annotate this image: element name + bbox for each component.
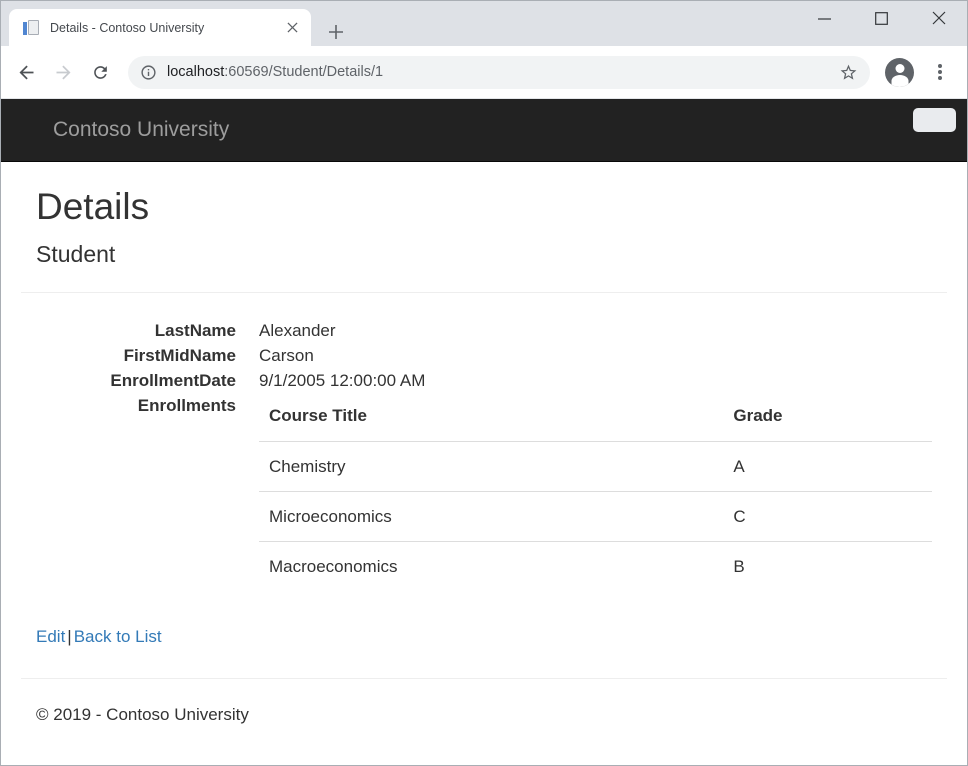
page-content: Details Student LastName Alexander First… (1, 162, 967, 725)
copyright-text: © 2019 - Contoso University (36, 705, 932, 725)
site-navbar: Contoso University (1, 99, 967, 162)
site-favicon-icon (23, 19, 41, 37)
footer-divider (21, 678, 947, 679)
url-text: localhost:60569/Student/Details/1 (167, 64, 383, 80)
address-bar[interactable]: localhost:60569/Student/Details/1 (128, 56, 870, 89)
field-enrollments: Enrollments Course Title Grade (36, 393, 932, 591)
field-value: 9/1/2005 12:00:00 AM (259, 368, 932, 393)
browser-menu-icon[interactable] (926, 58, 954, 86)
column-header-grade: Grade (723, 393, 932, 442)
url-host: localhost (167, 64, 224, 80)
navbar-toggle-button[interactable] (913, 108, 956, 132)
column-header-course-title: Course Title (259, 393, 723, 442)
tab-bar: Details - Contoso University (1, 1, 967, 46)
field-label: EnrollmentDate (36, 368, 236, 393)
enrollments-table: Course Title Grade Chemistry A (259, 393, 932, 591)
student-details-list: LastName Alexander FirstMidName Carson E… (36, 318, 932, 591)
window-controls (796, 1, 967, 35)
table-row: Chemistry A (259, 441, 932, 491)
field-value: Alexander (259, 318, 932, 343)
field-value: Course Title Grade Chemistry A (259, 393, 932, 591)
browser-tab[interactable]: Details - Contoso University (9, 9, 311, 46)
link-separator: | (67, 627, 71, 646)
field-firstmidname: FirstMidName Carson (36, 343, 932, 368)
window-close-button[interactable] (910, 1, 967, 35)
table-row: Macroeconomics B (259, 541, 932, 591)
course-cell: Macroeconomics (259, 541, 723, 591)
course-cell: Chemistry (259, 441, 723, 491)
navbar-brand-link[interactable]: Contoso University (53, 118, 229, 142)
page-footer: © 2019 - Contoso University (36, 705, 932, 725)
new-tab-button[interactable] (323, 19, 349, 45)
window-minimize-button[interactable] (796, 1, 853, 35)
field-label: LastName (36, 318, 236, 343)
browser-toolbar: localhost:60569/Student/Details/1 (1, 46, 967, 99)
url-path: :60569/Student/Details/1 (224, 64, 383, 80)
edit-link[interactable]: Edit (36, 627, 65, 646)
back-to-list-link[interactable]: Back to List (74, 627, 162, 646)
page-subtitle: Student (36, 241, 932, 268)
divider (21, 292, 947, 293)
grade-cell: A (723, 441, 932, 491)
table-row: Microeconomics C (259, 491, 932, 541)
grade-cell: C (723, 491, 932, 541)
page-title: Details (36, 187, 932, 228)
action-links: Edit|Back to List (36, 627, 932, 647)
tab-title: Details - Contoso University (50, 21, 283, 35)
field-enrollmentdate: EnrollmentDate 9/1/2005 12:00:00 AM (36, 368, 932, 393)
browser-window: Details - Contoso University (0, 0, 968, 766)
back-button[interactable] (10, 56, 42, 88)
field-label: Enrollments (36, 393, 236, 591)
profile-avatar[interactable] (885, 58, 914, 87)
tab-close-icon[interactable] (283, 19, 301, 37)
field-label: FirstMidName (36, 343, 236, 368)
page-info-icon[interactable] (140, 64, 157, 81)
reload-button[interactable] (84, 56, 116, 88)
field-value: Carson (259, 343, 932, 368)
window-maximize-button[interactable] (853, 1, 910, 35)
grade-cell: B (723, 541, 932, 591)
field-lastname: LastName Alexander (36, 318, 932, 343)
table-header-row: Course Title Grade (259, 393, 932, 442)
forward-button[interactable] (47, 56, 79, 88)
course-cell: Microeconomics (259, 491, 723, 541)
bookmark-star-icon[interactable] (839, 63, 858, 82)
